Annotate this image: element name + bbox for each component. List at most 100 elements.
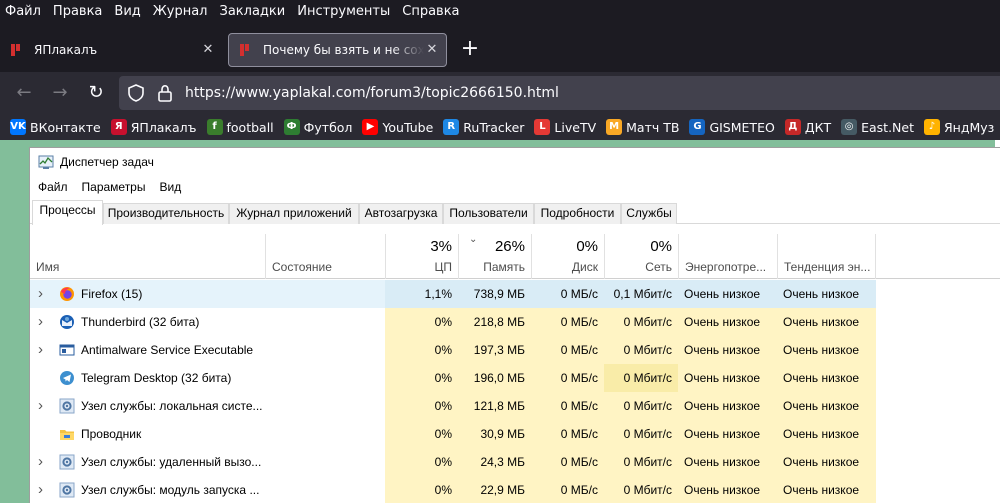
tm-menu-options[interactable]: Параметры [75, 180, 153, 194]
process-row[interactable]: › Узел службы: модуль запуска ... 0% 22,9 М… [30, 476, 876, 503]
menu-history[interactable]: Журнал [147, 4, 214, 19]
tab-users[interactable]: Пользователи [443, 203, 534, 224]
bookmark-football[interactable]: f football [197, 119, 274, 135]
new-tab-icon[interactable]: + [458, 37, 482, 61]
column-disk[interactable]: 0% Диск [531, 234, 604, 279]
process-row[interactable]: Проводник 0% 30,9 МБ 0 МБ/с 0 Мбит/с Очень ни… [30, 420, 876, 448]
process-trend: Очень низкое [777, 308, 876, 336]
expand-chevron-icon[interactable]: › [38, 308, 48, 336]
column-memory[interactable]: ⌄ 26% Память [458, 234, 531, 279]
close-tab-icon[interactable]: ✕ [424, 42, 440, 58]
bookmark-livetv[interactable]: L LiveTV [524, 119, 596, 135]
memory-total: 26% [494, 238, 525, 255]
process-row[interactable]: › Thunderbird (32 бита) 0% 218,8 МБ 0 МБ/с 0 … [30, 308, 876, 336]
process-network: 0 Мбит/с [604, 420, 678, 448]
bookmark-yaplakal[interactable]: Я ЯПлакалъ [101, 119, 197, 135]
bookmark-globe[interactable]: ◎ East.Net [831, 119, 914, 135]
lock-icon[interactable] [157, 84, 173, 102]
process-row[interactable]: Telegram Desktop (32 бита) 0% 196,0 МБ 0 МБ… [30, 364, 876, 392]
task-manager-menubar: Файл Параметры Вид [30, 176, 188, 198]
bookmark-gismeteo[interactable]: G GISMETEO [679, 119, 775, 135]
menu-edit[interactable]: Правка [47, 4, 108, 19]
globe-icon: ◎ [841, 119, 858, 135]
bookmark-label: Футбол [303, 119, 353, 135]
football-icon: f [206, 119, 223, 135]
yaplakal-favicon-icon [11, 44, 20, 56]
bookmark-fenya[interactable]: ФФеня [994, 119, 1000, 135]
firefox-icon [59, 286, 75, 302]
bookmark-vk[interactable]: VK ВКонтакте [0, 119, 101, 135]
process-table: Имя Состояние 3% ЦП ⌄ 26% Память 0% Диск… [30, 224, 1000, 503]
tab-startup[interactable]: Автозагрузка [359, 203, 443, 224]
browser-menubar: Файл Правка Вид Журнал Закладки Инструме… [0, 0, 1000, 22]
process-name: Antimalware Service Executable [81, 343, 254, 357]
process-row[interactable]: › Узел службы: локальная систе... 0% 121,8 … [30, 392, 876, 420]
process-table-header: Имя Состояние 3% ЦП ⌄ 26% Память 0% Диск… [30, 224, 1000, 279]
expand-chevron-icon[interactable]: › [38, 336, 48, 364]
process-power: Очень низкое [678, 364, 777, 392]
process-power: Очень низкое [678, 476, 777, 503]
column-cpu[interactable]: 3% ЦП [385, 234, 458, 279]
process-cpu: 0% [385, 336, 458, 364]
menu-view[interactable]: Вид [108, 4, 146, 19]
service-host-icon [59, 454, 75, 470]
bookmark-dkt[interactable]: Д ДКТ [775, 119, 831, 135]
bookmark-youtube[interactable]: ▶ YouTube [352, 119, 433, 135]
column-status[interactable]: Состояние [265, 234, 385, 279]
menu-file[interactable]: Файл [0, 4, 47, 19]
forward-arrow-icon[interactable]: → [48, 81, 72, 105]
bookmarks-toolbar: VK ВКонтакте Я ЯПлакалъ f football Ф Футбол ▶ You… [0, 114, 1000, 140]
bookmark-yandex-music[interactable]: ♪ ЯндМуз [914, 119, 994, 135]
bookmark-football-player[interactable]: Ф Футбол [274, 119, 353, 135]
tab-processes[interactable]: Процессы [32, 200, 103, 225]
process-name: Проводник [81, 427, 142, 441]
back-arrow-icon[interactable]: ← [12, 81, 36, 105]
process-disk: 0 МБ/с [531, 336, 604, 364]
bookmark-label: ВКонтакте [30, 119, 101, 135]
bookmark-rutracker[interactable]: R RuTracker [433, 119, 524, 135]
process-row[interactable]: › Firefox (15) 1,1% 738,9 МБ 0 МБ/с 0,1 Мбит/… [30, 280, 876, 308]
network-total: 0% [650, 238, 672, 255]
tm-menu-file[interactable]: Файл [30, 180, 75, 194]
expand-chevron-icon[interactable]: › [38, 448, 48, 476]
reload-icon[interactable]: ↻ [84, 81, 108, 105]
browser-tab-active[interactable]: Почему бы взять и не сохранить ✕ [228, 33, 447, 67]
menu-bookmarks[interactable]: Закладки [214, 4, 292, 19]
bookmark-label: RuTracker [463, 119, 525, 135]
menu-help[interactable]: Справка [396, 4, 465, 19]
column-power-trend[interactable]: Тенденция эн... [777, 234, 876, 279]
task-manager-titlebar[interactable]: Диспетчер задач [30, 148, 1000, 176]
process-memory: 196,0 МБ [458, 364, 531, 392]
expand-chevron-icon[interactable]: › [38, 476, 48, 503]
process-disk: 0 МБ/с [531, 476, 604, 503]
column-power-usage[interactable]: Энергопотре... [678, 234, 777, 279]
column-network[interactable]: 0% Сеть [604, 234, 678, 279]
process-row[interactable]: › Узел службы: удаленный вызо... 0% 24,3 МБ… [30, 448, 876, 476]
process-disk: 0 МБ/с [531, 308, 604, 336]
process-network: 0 Мбит/с [604, 364, 678, 392]
process-row[interactable]: › Antimalware Service Executable 0% 197,3 М… [30, 336, 876, 364]
menu-tools[interactable]: Инструменты [291, 4, 396, 19]
tm-menu-view[interactable]: Вид [152, 180, 188, 194]
tab-details[interactable]: Подробности [534, 203, 621, 224]
column-name[interactable]: Имя [30, 234, 265, 279]
tab-app-history[interactable]: Журнал приложений [229, 203, 359, 224]
process-power: Очень низкое [678, 392, 777, 420]
disk-total: 0% [576, 238, 598, 255]
process-memory: 197,3 МБ [458, 336, 531, 364]
youtube-icon: ▶ [362, 119, 379, 135]
tab-performance[interactable]: Производительность [103, 203, 229, 224]
task-manager-title: Диспетчер задач [60, 155, 154, 169]
process-cpu: 0% [385, 476, 458, 503]
bookmark-matchtv[interactable]: M Матч ТВ [596, 119, 679, 135]
close-tab-icon[interactable]: ✕ [200, 42, 216, 58]
process-disk: 0 МБ/с [531, 392, 604, 420]
tracking-shield-icon[interactable] [127, 84, 145, 102]
expand-chevron-icon[interactable]: › [38, 280, 48, 308]
expand-chevron-icon[interactable]: › [38, 392, 48, 420]
tab-services[interactable]: Службы [621, 203, 677, 224]
url-bar[interactable]: https://www.yaplakal.com/forum3/topic266… [119, 76, 1000, 110]
task-manager-app-icon [38, 155, 54, 169]
bookmark-label: LiveTV [554, 119, 597, 135]
browser-tab-yaplakal[interactable]: ЯПлакалъ ✕ [0, 33, 222, 67]
